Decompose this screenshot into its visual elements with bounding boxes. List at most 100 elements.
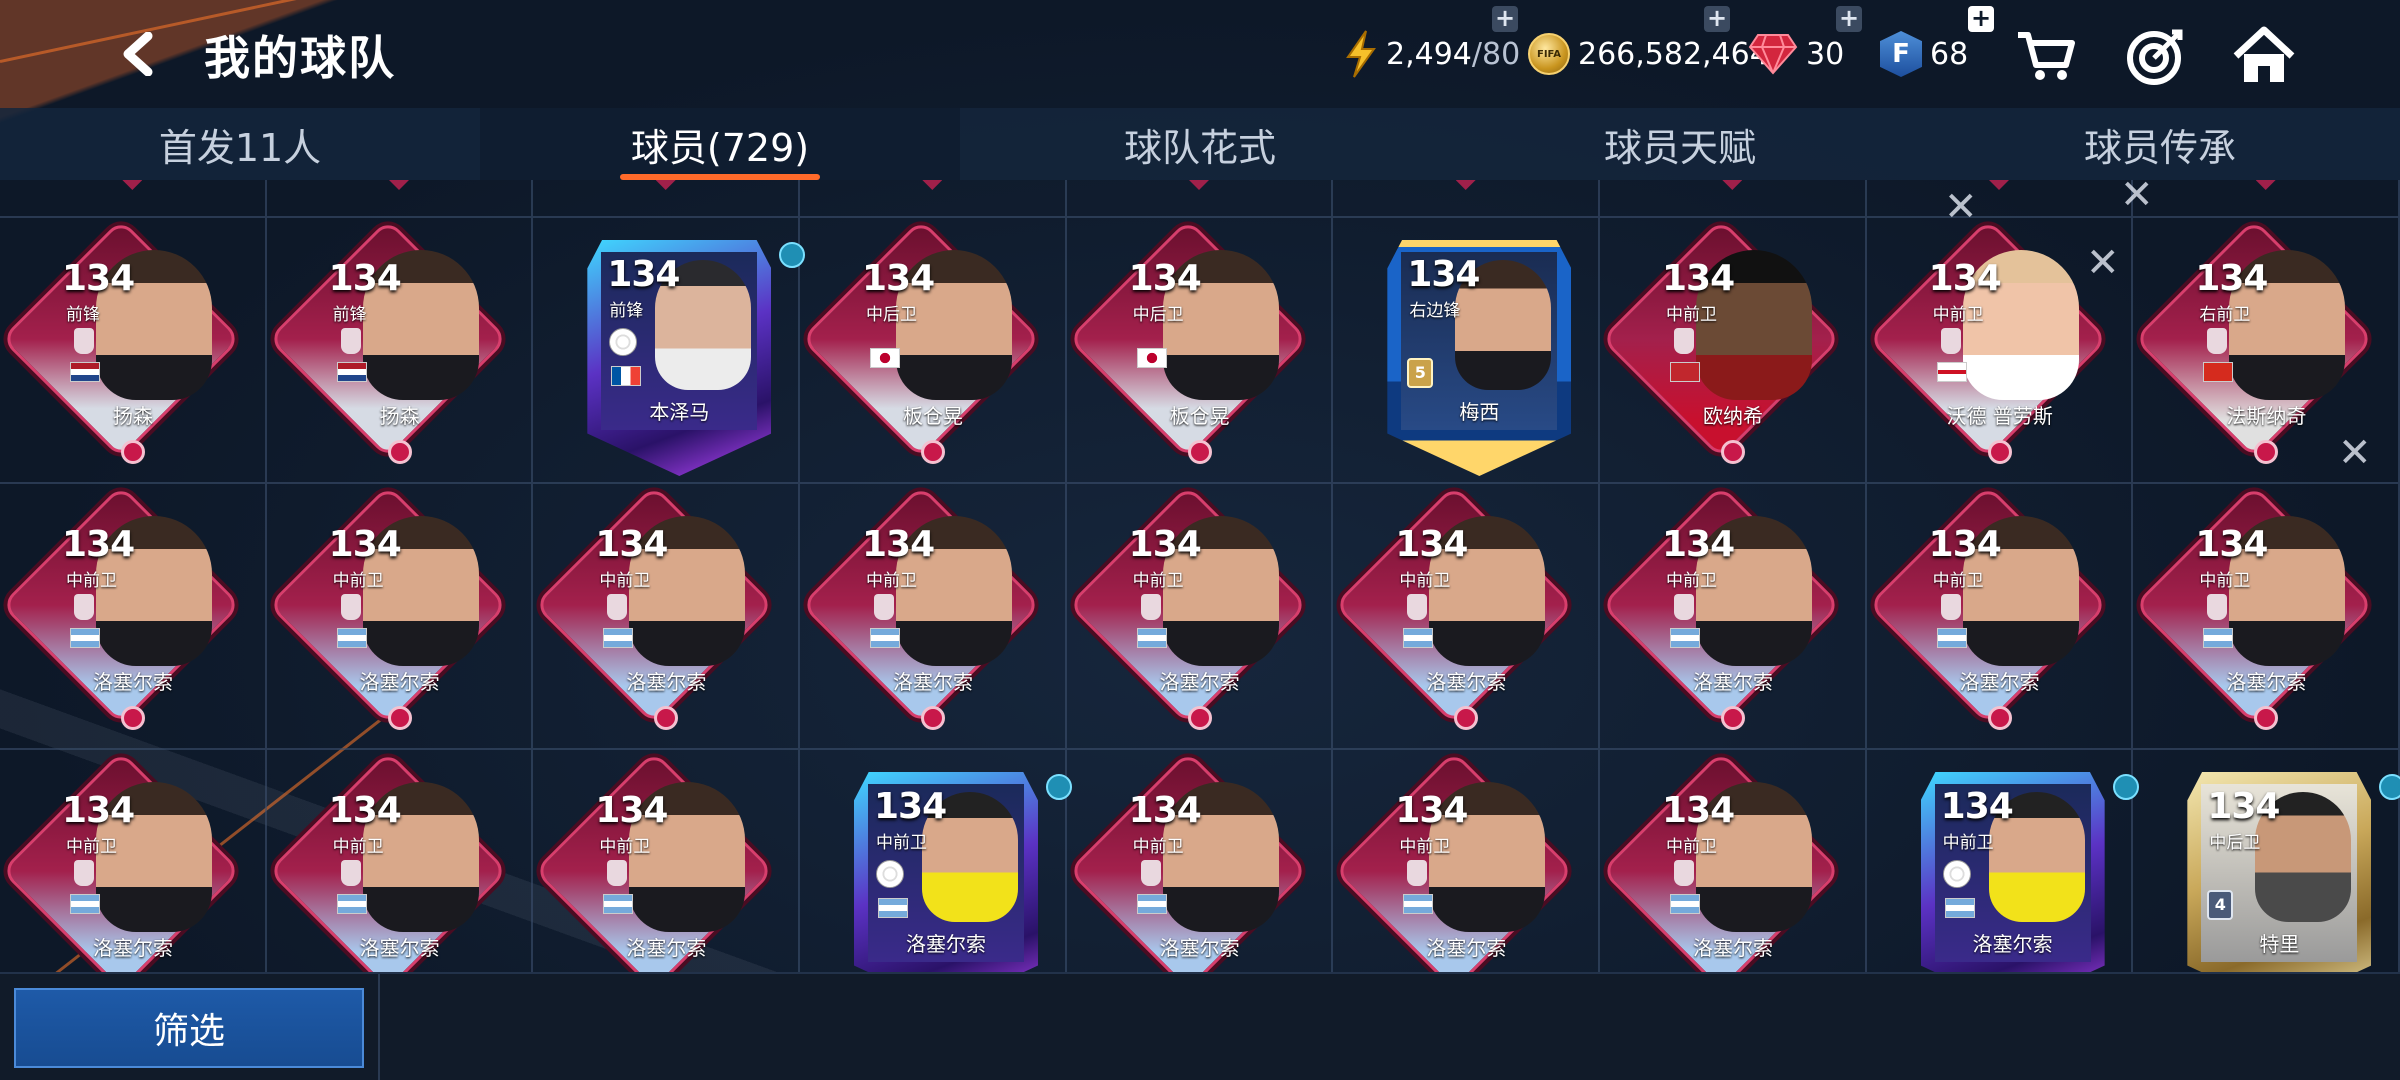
chemistry-badge-icon (1987, 440, 2012, 464)
player-name: 洛塞尔索 (1692, 670, 1773, 694)
player-card[interactable]: 134 中前卫 洛塞尔索 (266, 482, 534, 748)
tab-player-talents[interactable]: 球员天赋 (1440, 108, 1920, 180)
player-position: 中前卫 (1665, 571, 1717, 591)
world-cup-icon (74, 594, 94, 620)
player-card[interactable]: 134 中前卫 洛塞尔索 (2133, 482, 2400, 748)
player-rating: 134 (1661, 524, 1735, 565)
argentina-flag-icon (2203, 628, 2234, 648)
player-rating: 134 (2207, 786, 2280, 827)
player-position: 前锋 (66, 305, 100, 325)
chevron-left-icon (123, 32, 153, 76)
player-card[interactable]: 134 中后卫 板仓晃 (1066, 216, 1334, 482)
player-name: 扬森 (113, 404, 153, 428)
argentina-flag-icon (603, 894, 634, 914)
world-cup-icon (340, 860, 361, 886)
lock-icon (2379, 774, 2400, 800)
player-card[interactable]: 134 中前卫 洛塞尔索 (799, 748, 1072, 972)
add-gems-button[interactable]: + (1836, 6, 1862, 32)
player-name: 洛塞尔索 (892, 670, 973, 694)
player-position: 中前卫 (875, 833, 927, 853)
player-card[interactable]: 134 前锋 扬森 (266, 216, 534, 482)
player-name: 本泽马 (649, 400, 710, 424)
player-card[interactable]: 134 中前卫 洛塞尔索 (799, 482, 1067, 748)
player-card[interactable]: 134 中前卫 洛塞尔索 (533, 748, 800, 972)
chemistry-badge-icon (2254, 440, 2279, 464)
fpoints-letter: F (1892, 39, 1910, 69)
tab-team-skills[interactable]: 球队花式 (960, 108, 1440, 180)
player-card[interactable]: 134 中前卫 洛塞尔索 (266, 748, 534, 972)
japan-flag-icon (869, 348, 900, 368)
player-rating: 134 (328, 790, 402, 831)
player-name: 洛塞尔索 (359, 670, 440, 694)
player-name: 板仓晃 (902, 404, 963, 428)
player-name: 洛塞尔索 (626, 936, 707, 960)
cell-cap (1067, 180, 1334, 216)
japan-flag-icon (1136, 348, 1167, 368)
player-position: 中前卫 (1399, 571, 1451, 591)
player-name: 洛塞尔索 (1692, 936, 1773, 960)
objectives-button[interactable] (2124, 24, 2188, 88)
chemistry-badge-icon (387, 440, 412, 464)
argentina-flag-icon (1136, 628, 1167, 648)
tab-starting-eleven[interactable]: 首发11人 (0, 108, 480, 180)
player-card[interactable]: 134 中前卫 洛塞尔索 (0, 482, 267, 748)
filter-button[interactable]: 筛选 (14, 988, 364, 1068)
player-card[interactable]: 134 中后卫 4 特里 (2133, 748, 2400, 972)
player-card[interactable]: 134 中前卫 洛塞尔索 (1866, 482, 2134, 748)
player-card[interactable]: 134 中前卫 洛塞尔索 (533, 482, 800, 748)
player-position: 中前卫 (865, 571, 917, 591)
player-card[interactable]: 134 中前卫 洛塞尔索 (0, 748, 267, 972)
player-card[interactable]: 134 中前卫 洛塞尔索 (1066, 482, 1334, 748)
card-frame: 134 前锋 本泽马 (587, 240, 772, 476)
store-button[interactable] (2014, 24, 2078, 88)
back-button[interactable] (110, 26, 166, 82)
energy-counter[interactable]: 2,494 /80 (1344, 24, 1520, 84)
player-card[interactable]: 134 中前卫 洛塞尔索 (1333, 748, 1600, 972)
player-card[interactable]: 134 中前卫 欧纳希 (1599, 216, 1867, 482)
player-position: 中前卫 (332, 837, 384, 857)
add-fpoints-button[interactable]: + (1968, 6, 1994, 32)
world-cup-icon (340, 594, 361, 620)
cart-icon (2018, 32, 2075, 80)
home-button[interactable] (2232, 24, 2296, 88)
player-card[interactable]: 134 中前卫 洛塞尔索 (1333, 482, 1600, 748)
coin-logo: FIFA (1537, 48, 1561, 60)
cell-cap (533, 180, 800, 216)
add-coins-button[interactable]: + (1704, 6, 1730, 32)
player-card[interactable]: 134 中前卫 洛塞尔索 (1866, 748, 2139, 972)
tab-player-legacy[interactable]: 球员传承 (1920, 108, 2400, 180)
player-card[interactable]: 134 中前卫 洛塞尔索 (1599, 748, 1867, 972)
switzerland-flag-icon (2203, 362, 2234, 382)
player-name: 洛塞尔索 (1159, 670, 1240, 694)
decor-cross: ✕ (1944, 184, 1978, 230)
coins-counter[interactable]: FIFA 266,582,464 (1528, 24, 1769, 84)
chemistry-badge-icon (920, 440, 945, 464)
card-frame: 134 中后卫 4 特里 (2187, 772, 2372, 972)
player-card[interactable]: 134 中前卫 洛塞尔索 (1066, 748, 1334, 972)
player-card[interactable]: 134 中前卫 洛塞尔索 (1599, 482, 1867, 748)
player-rating: 134 (607, 254, 680, 295)
player-card[interactable]: 134 中后卫 板仓晃 (799, 216, 1067, 482)
player-name: 洛塞尔索 (1959, 670, 2040, 694)
player-rating: 134 (1395, 790, 1468, 831)
decor-cross: ✕ (2086, 240, 2120, 286)
player-position: 中前卫 (1932, 571, 1984, 591)
player-card[interactable]: 134 右边锋 5 梅西 (1333, 216, 1600, 482)
cell-cap (0, 180, 267, 216)
add-energy-button[interactable]: + (1492, 6, 1518, 32)
tab-players[interactable]: 球员(729) (480, 108, 960, 180)
tab-bar: 首发11人 球员(729) 球队花式 球员天赋 球员传承 (0, 108, 2400, 180)
player-position: 右前卫 (2199, 305, 2251, 325)
player-rating: 134 (595, 790, 668, 831)
player-rating: 134 (328, 258, 402, 299)
player-rating: 134 (328, 524, 402, 565)
player-card[interactable]: 134 前锋 本泽马 (533, 216, 806, 482)
chemistry-badge-icon (1187, 706, 1212, 730)
gems-counter[interactable]: 30 (1748, 24, 1844, 84)
player-position: 中前卫 (1132, 571, 1184, 591)
player-position: 中前卫 (66, 571, 117, 591)
card-frame: 134 中前卫 洛塞尔索 (853, 772, 1038, 972)
argentina-flag-icon (1936, 628, 1967, 648)
fpoints-counter[interactable]: F 68 (1880, 24, 1968, 84)
player-card[interactable]: 134 前锋 扬森 (0, 216, 267, 482)
